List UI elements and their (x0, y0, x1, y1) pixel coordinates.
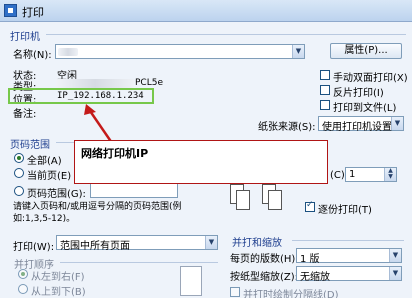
draw-lines-checkbox[interactable] (230, 287, 240, 297)
print-what-value: 范围中所有页面 (60, 241, 130, 252)
pages-per-sheet-select[interactable]: 1 版 ▼ (296, 248, 402, 265)
order-ttb-radio[interactable] (18, 284, 28, 294)
order-preview-icon (180, 266, 202, 296)
annotation-callout: 网络打印机IP (74, 140, 328, 184)
copies-value: 1 (349, 169, 356, 180)
zoom-divider (292, 240, 404, 241)
annotation-text: 网络打印机IP (81, 147, 149, 160)
chevron-down-icon: ▼ (205, 236, 217, 249)
chevron-down-icon: ▼ (389, 249, 401, 262)
draw-lines-label: 并打时绘制分隔线(D) (243, 290, 339, 298)
collate-label: 逐份打印(T) (318, 205, 372, 216)
order-ltr-radio[interactable] (18, 269, 28, 279)
chevron-down-icon: ▼ (389, 267, 401, 280)
order-divider (60, 262, 218, 263)
pages-per-sheet-label: 每页的版数(H): (230, 254, 299, 265)
order-ttb-label: 从上到下(B) (31, 287, 86, 298)
print-what-select[interactable]: 范围中所有页面 ▼ (56, 235, 218, 252)
scale-value: 无缩放 (300, 272, 330, 283)
collate-checkbox[interactable] (305, 200, 315, 212)
order-ltr-label: 从左到右(F) (31, 272, 85, 283)
zoom-title: 并打和缩放 (232, 238, 282, 249)
scale-label: 按纸型缩放(Z): (230, 272, 299, 283)
collate-page-icon (236, 190, 250, 210)
collate-page-icon (268, 190, 282, 210)
pages-per-sheet-value: 1 版 (300, 254, 320, 265)
spinner-arrows-icon[interactable]: ▲ ▼ (384, 168, 396, 181)
scale-select[interactable]: 无缩放 ▼ (296, 266, 402, 283)
copies-spinner[interactable]: 1 ▲ ▼ (345, 167, 397, 182)
print-what-label: 打印(W): (13, 242, 55, 253)
